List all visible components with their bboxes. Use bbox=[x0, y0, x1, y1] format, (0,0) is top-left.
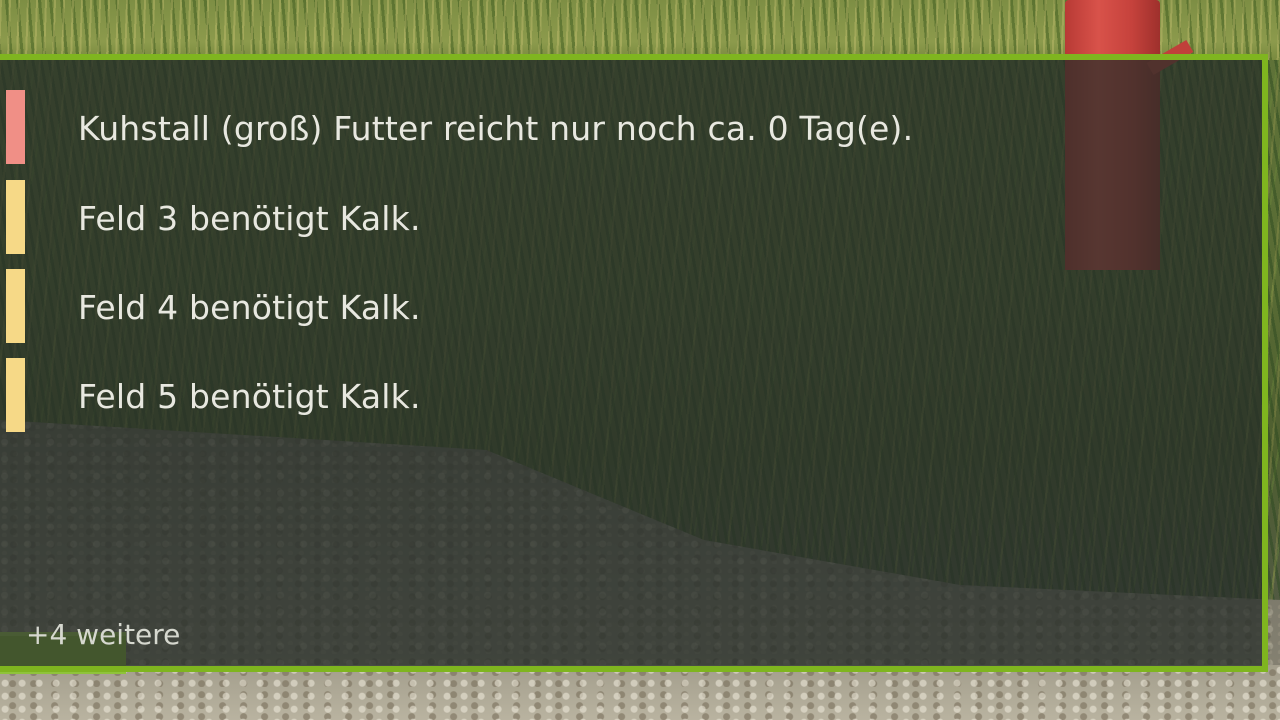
notification-text: Kuhstall (groß) Futter reicht nur noch c… bbox=[78, 109, 914, 148]
severity-bar-warning bbox=[6, 358, 25, 432]
notification-panel: Kuhstall (groß) Futter reicht nur noch c… bbox=[0, 54, 1268, 672]
more-notifications-label[interactable]: +4 weitere bbox=[26, 618, 180, 651]
notification-text: Feld 5 benötigt Kalk. bbox=[78, 377, 421, 416]
severity-bar-warning bbox=[6, 180, 25, 254]
gravel-ground bbox=[0, 665, 1280, 720]
notification-text: Feld 4 benötigt Kalk. bbox=[78, 288, 421, 327]
severity-bar-critical bbox=[6, 90, 25, 164]
notification-text: Feld 3 benötigt Kalk. bbox=[78, 199, 421, 238]
notification-item[interactable]: Kuhstall (groß) Futter reicht nur noch c… bbox=[6, 90, 1206, 166]
notification-item[interactable]: Feld 4 benötigt Kalk. bbox=[6, 269, 1206, 345]
game-scene: Kuhstall (groß) Futter reicht nur noch c… bbox=[0, 0, 1280, 720]
notification-item[interactable]: Feld 3 benötigt Kalk. bbox=[6, 180, 1206, 256]
notification-item[interactable]: Feld 5 benötigt Kalk. bbox=[6, 358, 1206, 434]
severity-bar-warning bbox=[6, 269, 25, 343]
